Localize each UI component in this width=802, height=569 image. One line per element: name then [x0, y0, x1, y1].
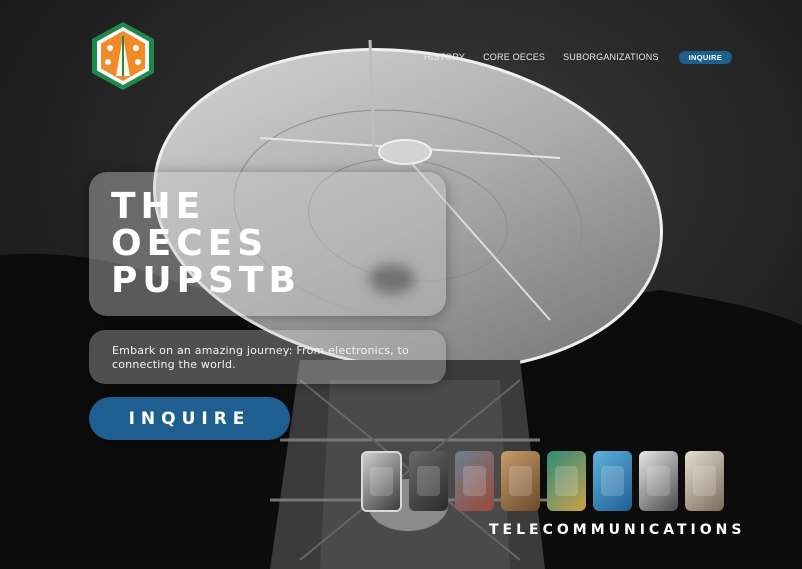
radio-tower-image — [416, 466, 441, 496]
circuit-board-image — [554, 466, 579, 496]
hero-subtitle: Embark on an amazing journey: From elect… — [112, 344, 409, 371]
nav-link-history[interactable]: HISTORY — [424, 52, 465, 62]
gallery-caption: TELECOMMUNICATIONS — [489, 522, 746, 538]
gallery-thumbnail-circuit-board[interactable] — [547, 451, 586, 511]
gallery-thumbnails — [361, 451, 724, 512]
gallery-thumbnail-radio-tower[interactable] — [409, 451, 448, 511]
top-navigation: HISTORY CORE OECES SUBORGANIZATIONS INQU… — [420, 50, 733, 64]
hero-title-line-3: PUPSTB — [111, 260, 301, 301]
resistors-image — [692, 466, 717, 496]
oeces-logo[interactable] — [88, 20, 158, 92]
gallery-thumbnail-arduino[interactable] — [593, 451, 632, 511]
gallery-thumbnail-circuit-tools[interactable] — [455, 451, 494, 511]
hero-subtitle-card: Embark on an amazing journey: From elect… — [89, 330, 446, 384]
hero-inquire-button[interactable]: INQUIRE — [89, 397, 290, 440]
hero-title: THE OECES PUPSTB — [111, 188, 301, 299]
hero-title-line-2: OECES — [111, 223, 269, 264]
satellite-dish-image — [370, 467, 393, 496]
arduino-image — [600, 466, 625, 496]
gallery-thumbnail-satellite-dish[interactable] — [361, 451, 402, 512]
robot-image — [646, 466, 671, 496]
hero-title-card: THE OECES PUPSTB — [89, 172, 446, 316]
decorative-shadow — [369, 264, 415, 294]
gallery-thumbnail-resistors[interactable] — [685, 451, 724, 511]
library-image — [508, 466, 533, 496]
nav-link-core-oeces[interactable]: CORE OECES — [483, 52, 545, 62]
gallery-thumbnail-library[interactable] — [501, 451, 540, 511]
circuit-tools-image — [462, 466, 487, 496]
hero-title-line-1: THE — [111, 186, 206, 227]
nav-link-suborganizations[interactable]: SUBORGANIZATIONS — [563, 52, 659, 62]
gallery-thumbnail-robot[interactable] — [639, 451, 678, 511]
nav-inquire-button[interactable]: INQUIRE — [678, 50, 733, 64]
